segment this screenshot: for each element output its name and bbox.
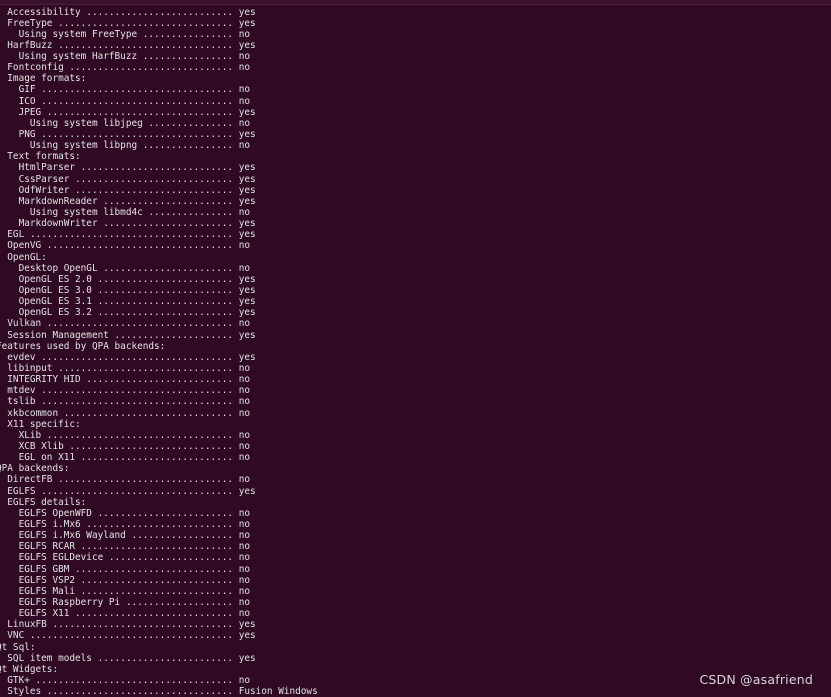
terminal-line: OpenVG .................................…	[0, 240, 250, 252]
terminal-line: XLib ................................. n…	[0, 429, 250, 441]
terminal-line: xkbcommon ..............................…	[0, 407, 250, 419]
terminal-line: EGLFS OpenWFD ........................ n…	[0, 507, 250, 519]
terminal-line: libinput ...............................…	[0, 363, 250, 374]
terminal-line: Desktop OpenGL ....................... n…	[0, 262, 250, 274]
terminal-line: EGLFS GBM ............................ n…	[0, 563, 250, 575]
terminal-line: HtmlParser ........................... y…	[0, 162, 256, 174]
terminal-line: Styles .................................…	[0, 686, 318, 697]
csdn-watermark: CSDN @asafriend	[699, 672, 813, 687]
terminal-line: EGLFS ..................................…	[0, 485, 256, 497]
terminal-line: OpenGL:	[0, 251, 47, 263]
terminal-line: evdev ..................................…	[0, 351, 256, 363]
terminal-line: MarkdownWriter ....................... y…	[0, 218, 256, 230]
terminal-line: Image formats:	[0, 73, 87, 85]
terminal-line: Features used by QPA backends:	[0, 340, 166, 352]
terminal-line: HarfBuzz ...............................…	[0, 39, 256, 51]
terminal-window[interactable]: Accessibility ..........................…	[0, 0, 831, 697]
terminal-line: EGL on X11 ........................... n…	[0, 452, 250, 464]
terminal-line: JPEG ................................. y…	[0, 106, 256, 118]
terminal-line: Using system HarfBuzz ................ n…	[0, 51, 250, 63]
terminal-line: EGL ....................................…	[0, 229, 256, 241]
terminal-line: X11 specific:	[0, 418, 81, 430]
terminal-line: ICO .................................. n…	[0, 95, 250, 107]
terminal-line: EGLFS Mali ........................... n…	[0, 585, 250, 597]
terminal-line: EGLFS RCAR ........................... n…	[0, 541, 250, 553]
terminal-line: MarkdownReader ....................... y…	[0, 195, 256, 207]
terminal-line: OdfWriter ............................ y…	[0, 184, 256, 196]
terminal-output: Accessibility ..........................…	[0, 7, 318, 697]
terminal-line: PNG .................................. y…	[0, 129, 256, 141]
terminal-line: EGLFS EGLDevice ...................... n…	[0, 552, 250, 564]
terminal-line: Fontconfig .............................…	[0, 62, 250, 74]
terminal-line: GTK+ ...................................…	[0, 674, 250, 686]
terminal-line: LinuxFB ................................…	[0, 619, 256, 631]
terminal-line: XCB Xlib ............................. n…	[0, 440, 250, 452]
terminal-line: Qt Widgets:	[0, 663, 59, 675]
terminal-line: QPA backends:	[0, 463, 70, 475]
terminal-line: DirectFB ...............................…	[0, 474, 250, 486]
terminal-line: EGLFS details:	[0, 496, 87, 508]
terminal-line: Text formats:	[0, 151, 81, 163]
terminal-line: OpenGL ES 3.1 ........................ y…	[0, 296, 256, 308]
terminal-line: OpenGL ES 2.0 ........................ y…	[0, 273, 256, 285]
terminal-line: EGLFS Raspberry Pi ................... n…	[0, 596, 250, 608]
terminal-line: Session Management .....................…	[0, 329, 256, 341]
window-top-edge	[0, 0, 831, 5]
terminal-line: FreeType ...............................…	[0, 17, 256, 29]
terminal-line: Vulkan .................................…	[0, 318, 250, 330]
terminal-line: EGLFS VSP2 ........................... n…	[0, 574, 250, 586]
terminal-line: EGLFS X11 ............................ n…	[0, 608, 250, 620]
terminal-line: GIF .................................. n…	[0, 84, 250, 96]
terminal-line: EGLFS i.Mx6 .......................... n…	[0, 518, 250, 530]
terminal-line: Using system libmd4c ............... no	[0, 207, 250, 219]
terminal-line: Using system libpng ................ no	[0, 140, 250, 152]
terminal-line: Accessibility ..........................…	[0, 6, 256, 18]
terminal-line: tslib ..................................…	[0, 396, 250, 408]
terminal-line: VNC ....................................…	[0, 630, 256, 642]
terminal-line: CssParser ............................ y…	[0, 173, 256, 185]
terminal-line: OpenGL ES 3.2 ........................ y…	[0, 307, 256, 319]
terminal-line: Using system FreeType ................ n…	[0, 28, 250, 40]
terminal-line: mtdev ..................................…	[0, 385, 250, 397]
terminal-line: OpenGL ES 3.0 ........................ y…	[0, 285, 256, 297]
terminal-line: Qt Sql:	[0, 641, 36, 653]
terminal-line: INTEGRITY HID ..........................…	[0, 374, 250, 386]
terminal-line: SQL item models ........................…	[0, 652, 256, 664]
terminal-line: Using system libjpeg ............... no	[0, 117, 250, 129]
terminal-line: EGLFS i.Mx6 Wayland .................. n…	[0, 530, 250, 542]
